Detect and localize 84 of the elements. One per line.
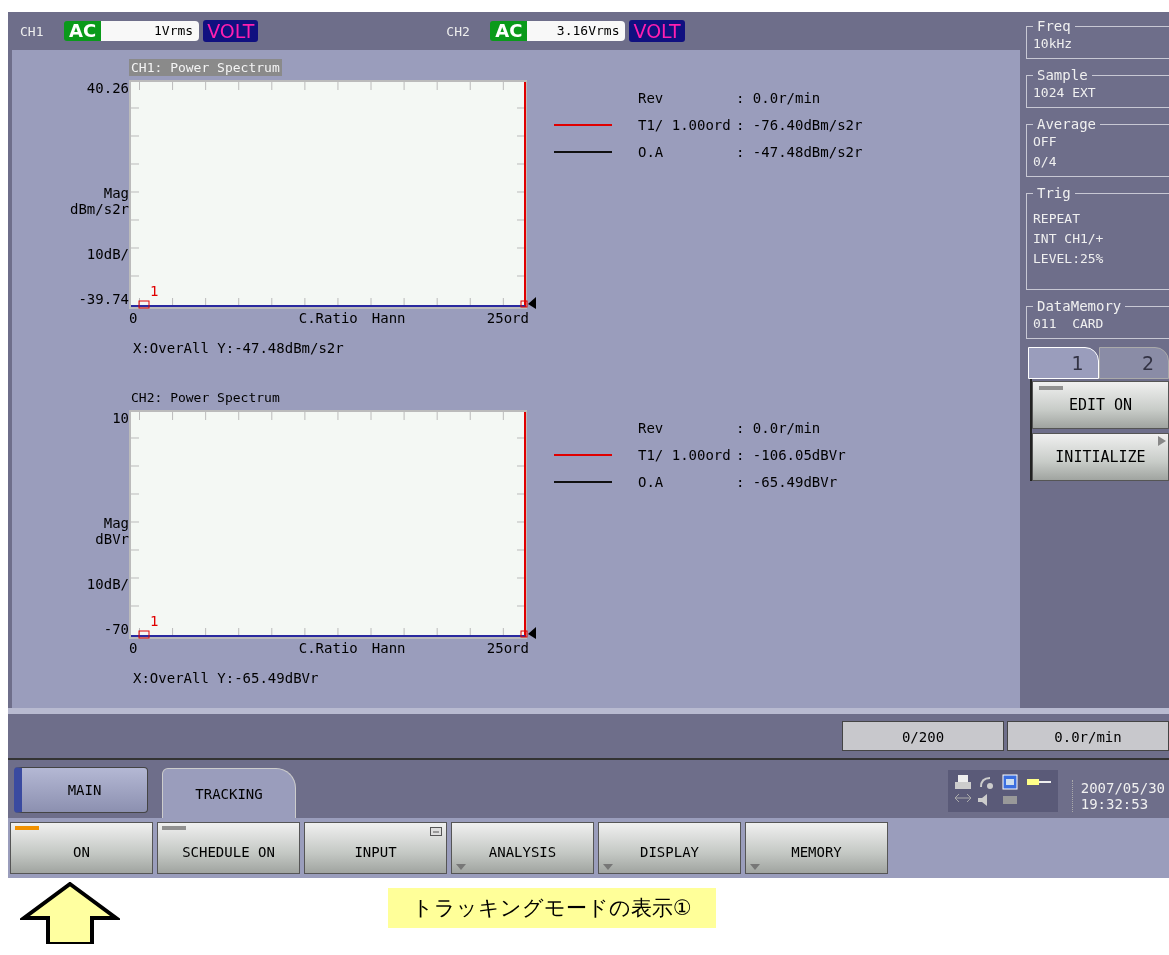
channel-label: CH2: [446, 23, 471, 39]
axis-label: -39.74: [78, 291, 129, 307]
window-label: Hann: [371, 640, 406, 656]
side-button[interactable]: INITIALIZE: [1032, 433, 1169, 481]
axis-unit: dBVr: [95, 531, 129, 547]
caret-icon: [603, 864, 613, 870]
mode-tab[interactable]: MAIN: [14, 767, 148, 813]
group-title: Average: [1036, 116, 1097, 132]
range-field[interactable]: 3.16Vrms: [527, 21, 626, 41]
axis-title: Mag: [103, 515, 129, 531]
group-value: INT CH1/+: [1033, 230, 1105, 248]
chart-title: CH2: Power Spectrum: [130, 389, 281, 406]
date-label: 2007/05/30: [1080, 780, 1165, 796]
marker-label: 1: [150, 283, 159, 299]
axis-title: Mag: [103, 185, 129, 201]
soft-key[interactable]: SCHEDULE ON: [157, 822, 300, 874]
speaker-icon: [977, 794, 987, 806]
legend-label: T1/ 1.00ord: [638, 116, 732, 133]
axis-label: -70: [103, 621, 129, 637]
time-label: 19:32:53: [1080, 796, 1150, 812]
status-field: 0/200: [842, 721, 1004, 751]
axis-label: 0: [129, 310, 138, 326]
plug-icon: [1025, 777, 1052, 787]
legend-label: T1/ 1.00ord: [638, 446, 732, 463]
legend-label: Rev: [638, 419, 665, 436]
coupling-badge[interactable]: AC: [490, 21, 528, 41]
soft-key[interactable]: INPUT: [304, 822, 447, 874]
annotation-label: トラッキングモードの表示①: [388, 888, 716, 928]
group-value: LEVEL:25%: [1033, 250, 1105, 268]
legend-value: : -47.48dBm/s2r: [736, 143, 863, 160]
axis-label: 10: [112, 410, 129, 426]
group-value: 011 CARD: [1033, 315, 1105, 333]
soft-key[interactable]: ANALYSIS: [451, 822, 594, 874]
axis-unit: dBm/s2r: [70, 201, 129, 217]
caret-icon: [456, 864, 466, 870]
window-icon: [430, 827, 442, 836]
group-value: 0/4: [1033, 153, 1058, 171]
status-field: 0.0r/min: [1007, 721, 1169, 751]
group-value: 1024 EXT: [1033, 84, 1097, 102]
unit-badge[interactable]: VOLT: [629, 20, 685, 42]
group-value: OFF: [1033, 133, 1058, 151]
axis-label: 25ord: [486, 640, 529, 656]
channel-label: CH1: [20, 23, 45, 39]
coupling-badge[interactable]: AC: [64, 21, 102, 41]
soft-key[interactable]: DISPLAY: [598, 822, 741, 874]
unit-badge[interactable]: VOLT: [203, 20, 259, 42]
legend-label: O.A: [638, 473, 665, 490]
group-title: Freq: [1036, 18, 1072, 34]
printer-icon: [953, 774, 972, 790]
legend-label: O.A: [638, 143, 665, 160]
window-label: Hann: [371, 310, 406, 326]
chart-title: CH1: Power Spectrum: [129, 59, 282, 76]
soft-key[interactable]: ON: [10, 822, 153, 874]
mode-tab[interactable]: TRACKING: [162, 768, 296, 818]
axis-label: 0: [129, 640, 138, 656]
side-button[interactable]: EDIT ON: [1032, 381, 1169, 429]
memory-card-icon: [1001, 774, 1018, 790]
axis-scale: 10dB/: [86, 246, 129, 262]
group-value: REPEAT: [1033, 210, 1081, 228]
page-tab[interactable]: 2: [1098, 347, 1169, 379]
legend-value: : 0.0r/min: [736, 89, 821, 106]
page-tab[interactable]: 1: [1028, 347, 1099, 379]
axis-label: 25ord: [486, 310, 529, 326]
legend-value: : -65.49dBVr: [736, 473, 838, 490]
group-value: 10kHz: [1033, 35, 1074, 53]
axis-mode: C.Ratio: [298, 640, 358, 656]
axis-scale: 10dB/: [86, 576, 129, 592]
group-title: Sample: [1036, 67, 1089, 83]
axis-mode: C.Ratio: [298, 310, 358, 326]
marker-label: 1: [150, 613, 159, 629]
arrow-icon: [20, 882, 120, 944]
caret-icon: [750, 864, 760, 870]
range-field[interactable]: 1Vrms: [101, 21, 200, 41]
soft-key[interactable]: MEMORY: [745, 822, 888, 874]
legend-value: : -106.05dBVr: [736, 446, 846, 463]
cursor-readout: X:OverAll Y:-47.48dBm/s2r: [133, 340, 345, 356]
axis-label: 40.26: [86, 80, 129, 96]
arrow-icon: [1158, 436, 1166, 446]
legend-value: : 0.0r/min: [736, 419, 821, 436]
legend-value: : -76.40dBm/s2r: [736, 116, 863, 133]
legend-label: Rev: [638, 89, 665, 106]
group-title: Trig: [1036, 185, 1072, 201]
cursor-readout: X:OverAll Y:-65.49dBVr: [133, 670, 320, 686]
group-title: DataMemory: [1036, 298, 1123, 314]
